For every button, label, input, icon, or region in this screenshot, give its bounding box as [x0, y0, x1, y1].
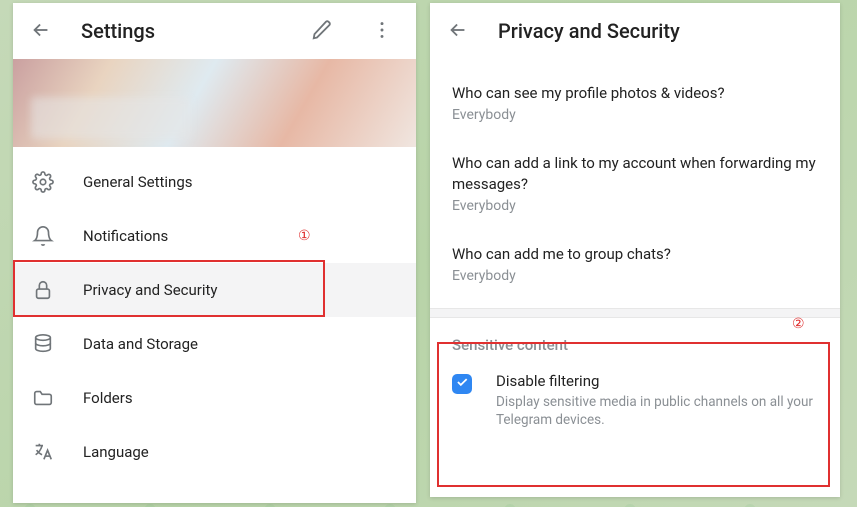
menu-item-label: General Settings: [83, 173, 193, 191]
more-vertical-icon: [371, 19, 393, 44]
privacy-question: Who can add me to group chats?: [452, 244, 818, 264]
privacy-item-profile-photos[interactable]: Who can see my profile photos & videos? …: [430, 69, 840, 139]
menu-item-data[interactable]: Data and Storage: [13, 317, 416, 371]
disable-filtering-checkbox[interactable]: [452, 374, 472, 394]
database-icon: [31, 332, 55, 356]
privacy-item-forward-link[interactable]: Who can add a link to my account when fo…: [430, 139, 840, 230]
section-separator: [430, 308, 840, 318]
privacy-title: Privacy and Security: [498, 19, 826, 43]
language-icon: [31, 440, 55, 464]
lock-icon: [31, 278, 55, 302]
profile-banner[interactable]: [13, 59, 416, 147]
privacy-header: Privacy and Security: [430, 3, 840, 59]
privacy-value: Everybody: [452, 198, 818, 214]
settings-header: Settings: [13, 3, 416, 59]
arrow-left-icon: [30, 19, 52, 44]
menu-item-privacy[interactable]: Privacy and Security: [13, 263, 416, 317]
menu-item-language[interactable]: Language: [13, 425, 416, 479]
privacy-panel: Privacy and Security Who can see my prof…: [430, 3, 840, 497]
back-button[interactable]: [21, 11, 61, 51]
bell-icon: [31, 224, 55, 248]
settings-menu: General Settings Notifications Privacy a…: [13, 147, 416, 479]
pencil-icon: [311, 19, 333, 44]
gear-icon: [31, 170, 55, 194]
privacy-item-group-chats[interactable]: Who can add me to group chats? Everybody: [430, 230, 840, 300]
settings-title: Settings: [81, 19, 282, 43]
privacy-question: Who can see my profile photos & videos?: [452, 83, 818, 103]
menu-item-label: Folders: [83, 389, 133, 407]
menu-item-folders[interactable]: Folders: [13, 371, 416, 425]
edit-button[interactable]: [302, 11, 342, 51]
menu-item-general[interactable]: General Settings: [13, 155, 416, 209]
disable-filtering-text: Disable filtering Display sensitive medi…: [496, 372, 818, 429]
arrow-left-icon: [447, 19, 469, 44]
privacy-options: Who can see my profile photos & videos? …: [430, 59, 840, 300]
menu-item-notifications[interactable]: Notifications: [13, 209, 416, 263]
section-title-sensitive: Sensitive content: [430, 318, 840, 362]
annotation-label-2: ②: [792, 316, 805, 332]
disable-filtering-desc: Display sensitive media in public channe…: [496, 393, 818, 429]
privacy-value: Everybody: [452, 268, 818, 284]
menu-item-label: Data and Storage: [83, 335, 198, 353]
folder-icon: [31, 386, 55, 410]
settings-panel: Settings General Settings Notifications: [13, 3, 416, 503]
menu-item-label: Notifications: [83, 227, 168, 245]
menu-item-label: Language: [83, 443, 149, 461]
profile-name-redacted: [31, 97, 191, 139]
back-button[interactable]: [438, 11, 478, 51]
disable-filtering-row[interactable]: Disable filtering Display sensitive medi…: [430, 362, 840, 447]
disable-filtering-title: Disable filtering: [496, 372, 818, 390]
more-button[interactable]: [362, 11, 402, 51]
privacy-value: Everybody: [452, 107, 818, 123]
annotation-label-1: ①: [298, 228, 311, 244]
check-icon: [455, 375, 469, 393]
menu-item-label: Privacy and Security: [83, 281, 218, 299]
privacy-question: Who can add a link to my account when fo…: [452, 153, 818, 194]
